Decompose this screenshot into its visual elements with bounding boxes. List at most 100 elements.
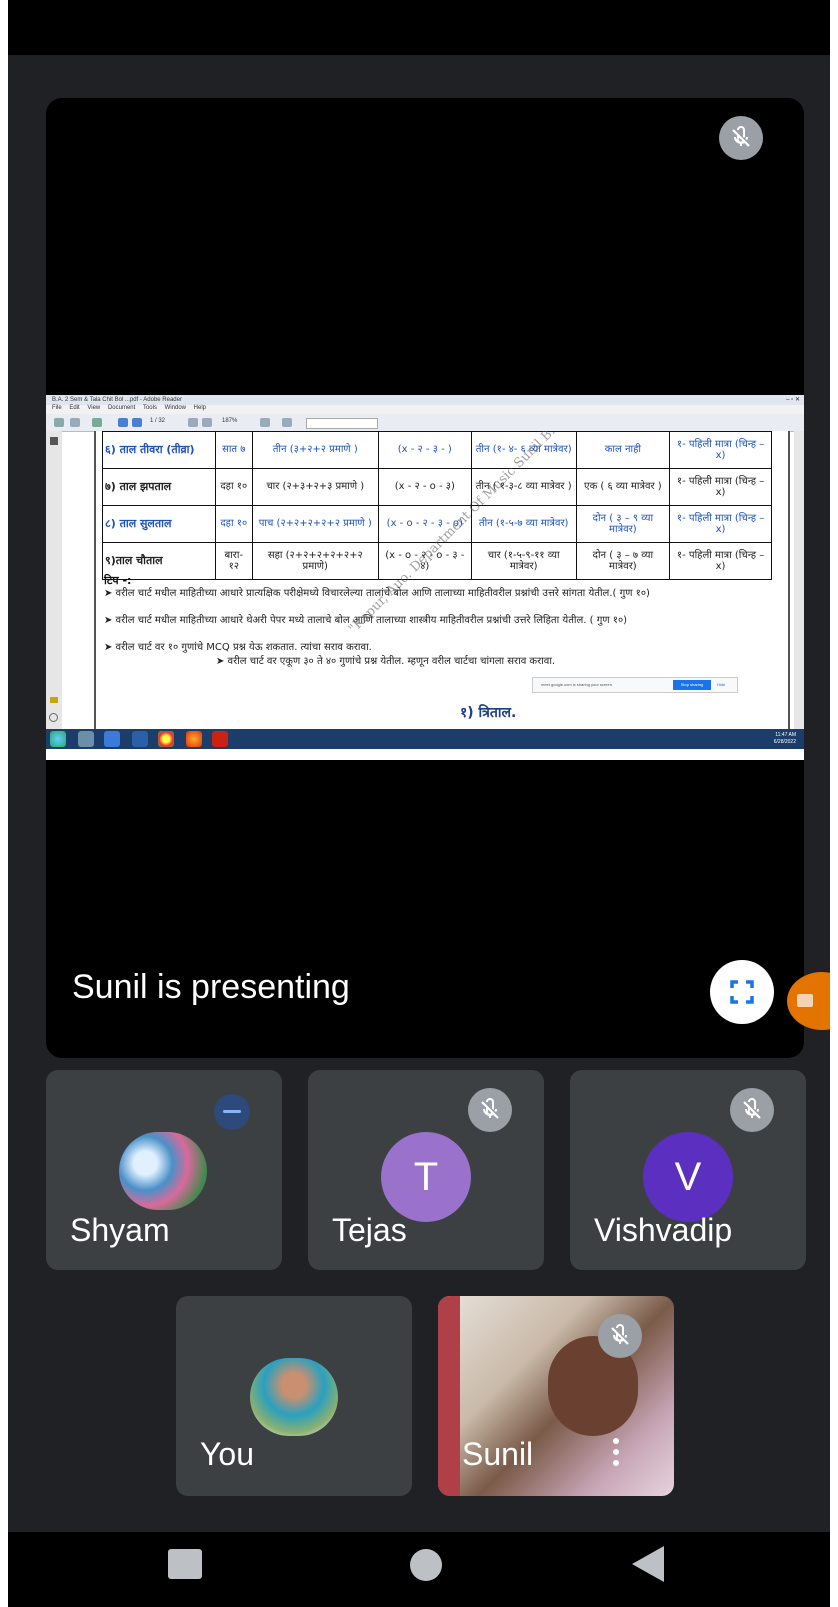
media-icon [132,731,148,747]
table-cell: बारा- १२ [215,542,253,580]
tip-line: ➤ वरील चार्ट वर एकूण ३० ते ४० गुणांचे प्… [216,656,556,667]
mic-off-icon [598,1314,642,1358]
next-page-icon [132,418,142,427]
presenting-label: Sunil is presenting [72,968,350,1006]
fit-width-icon [282,418,292,427]
table-cell: तीन (३+२+२ प्रमाणे ) [251,431,379,469]
mic-off-icon [730,1088,774,1132]
zoom-level: 187% [222,418,238,424]
sharing-text: meet.google.com is sharing your screen. [541,682,614,687]
print-icon [54,418,64,427]
firefox-icon [186,731,202,747]
camera-icon [797,994,813,1007]
screen-sharing-bar: meet.google.com is sharing your screen. … [532,677,738,693]
chrome-icon [158,731,174,747]
participant-tile-vishvadip[interactable]: V Vishvadip [570,1070,806,1270]
shared-screen: B.A. 2 Sem & Tala Chit Bol ...pdf - Adob… [46,395,804,760]
presentation-stage[interactable]: B.A. 2 Sem & Tala Chit Bol ...pdf - Adob… [46,98,804,1058]
pages-icon [50,437,58,445]
home-button[interactable] [410,1549,442,1581]
fullscreen-icon [730,980,754,1004]
menu-bar: File Edit View Document Tools Window Hel… [46,405,804,414]
table-cell: चार (२+३+२+३ प्रमाणे ) [251,468,379,506]
tip-line: ➤ वरील चार्ट वर १० गुणांचे MCQ प्रश्न ये… [104,642,372,653]
table-cell: दहा १० [215,505,253,543]
start-icon [50,731,66,747]
window-controls: – ▫ ✕ [786,397,800,403]
table-cell: चार (१-५-९-११ व्या मात्रेवर) [470,542,577,580]
participant-name: Tejas [332,1212,407,1248]
table-cell: १- पहिली मात्रा (चिन्ह – x) [669,542,772,580]
attachment-icon [49,713,58,722]
table-cell: सहा (२+२+२+२+२+२ प्रमाणे) [251,542,379,580]
table-cell: सात ७ [215,431,253,469]
participant-tile-you[interactable]: You [176,1296,412,1496]
reader-toolbar: 1 / 32 187% [46,414,804,432]
find-box [306,418,378,429]
tip-title: टिप -: [104,574,132,587]
meet-call-screen: B.A. 2 Sem & Tala Chit Bol ...pdf - Adob… [8,0,830,1607]
share-icon [70,418,80,427]
table-cell: १- पहिली मात्रा (चिन्ह – x) [669,505,772,543]
status-bar [8,0,830,55]
mic-off-icon [719,116,763,160]
reader-left-pane [46,431,62,729]
table-cell: एक ( ६ व्या मात्रेवर ) [575,468,671,506]
back-button[interactable] [632,1546,664,1582]
speaking-indicator [214,1094,250,1130]
participant-tile-shyam[interactable]: Shyam [46,1070,282,1270]
table-cell: दहा १० [215,468,253,506]
zoom-in-icon [202,418,212,427]
pdf-reader-icon [212,731,228,747]
tip-line: ➤ वरील चार्ट मधील माहितीच्या आधारे थेअरी… [104,615,628,626]
menu-item: Help [193,405,207,411]
table-cell: १- पहिली मात्रा (चिन्ह – x) [669,468,772,506]
recents-button[interactable] [168,1549,202,1579]
menu-item: Document [107,405,136,411]
page-indicator: 1 / 32 [150,418,166,424]
participant-name: You [200,1436,254,1472]
comment-icon [50,697,58,703]
fit-page-icon [260,418,270,427]
participant-tile-sunil[interactable]: Sunil [438,1296,674,1496]
menu-item: Tools [142,405,157,411]
hide-link: Hide [717,682,726,687]
tal-name: ७) ताल झपताल [102,468,216,506]
windows-taskbar: 11:47 AM 6/28/2022 [46,729,804,749]
tool-icon [92,418,102,427]
table-row: ७) ताल झपताल दहा १० चार (२+३+२+३ प्रमाणे… [102,468,772,506]
avatar [250,1358,338,1436]
avatar: V [643,1132,733,1222]
system-clock: 11:47 AM 6/28/2022 [774,732,796,746]
clock-time: 11:47 AM [775,732,796,738]
participant-tile-tejas[interactable]: T Tejas [308,1070,544,1270]
participant-name: Shyam [70,1212,170,1248]
zoom-out-icon [188,418,198,427]
stop-sharing-button: Stop sharing [673,680,711,690]
tal-name: ६) ताल तीवरा (तीव्रा) [102,431,216,469]
menu-item: Window [164,405,186,411]
avatar [119,1132,207,1210]
section-heading: १) त्रिताल. [460,705,517,721]
table-cell: तीन (१-५-७ व्या मात्रेवर) [470,505,577,543]
fullscreen-button[interactable] [710,960,774,1024]
table-cell: (x - २ - o - ३) [377,468,472,506]
menu-item: View [87,405,101,411]
table-cell: दोन ( ३ – ७ व्या मात्रेवर) [575,542,671,580]
table-cell: (x - २ - ३ - ) [377,431,472,469]
menu-item: File [52,405,62,411]
table-cell: दोन ( ३ – ९ व्या मात्रेवर) [575,505,671,543]
clock-date: 6/28/2022 [773,739,796,745]
tip-line: ➤ वरील चार्ट मधील माहितीच्या आधारे प्रात… [104,588,650,599]
more-vert-icon[interactable] [610,1436,622,1472]
table-cell: १- पहिली मात्रा (चिन्ह – x) [669,431,772,469]
menu-item: Edit [69,405,80,411]
explorer-icon [78,731,94,747]
tal-table: ६) ताल तीवरा (तीव्रा) सात ७ तीन (३+२+२ प… [102,431,772,580]
prev-page-icon [118,418,128,427]
ie-icon [104,731,120,747]
table-row: ६) ताल तीवरा (तीव्रा) सात ७ तीन (३+२+२ प… [102,431,772,469]
background-curtain [438,1296,460,1496]
reader-scrollbar [794,431,804,729]
table-cell: काल नाही [575,431,671,469]
